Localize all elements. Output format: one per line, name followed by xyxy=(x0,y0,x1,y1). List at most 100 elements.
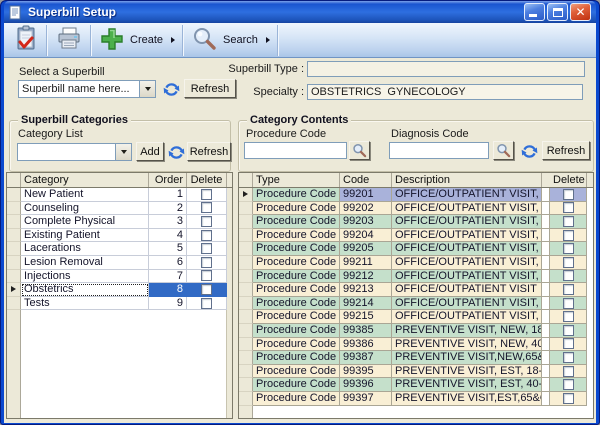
type-cell[interactable]: Procedure Code xyxy=(253,256,340,270)
table-row[interactable]: Tests9 xyxy=(7,297,232,311)
row-selector[interactable] xyxy=(239,283,253,297)
close-button[interactable]: ✕ xyxy=(570,3,591,21)
delete-checkbox[interactable] xyxy=(563,325,574,336)
type-cell[interactable]: Procedure Code xyxy=(253,310,340,324)
delete-checkbox[interactable] xyxy=(563,311,574,322)
row-selector[interactable] xyxy=(239,270,253,284)
order-cell[interactable]: 3 xyxy=(149,215,187,229)
description-cell[interactable]: PREVENTIVE VISIT, EST, 18-39 xyxy=(392,365,542,379)
type-cell[interactable]: Procedure Code xyxy=(253,351,340,365)
type-cell[interactable]: Procedure Code xyxy=(253,229,340,243)
row-selector[interactable] xyxy=(239,365,253,379)
table-row[interactable]: Procedure Code99212OFFICE/OUTPATIENT VIS… xyxy=(239,270,593,284)
description-cell[interactable]: OFFICE/OUTPATIENT VISIT, NEW xyxy=(392,242,542,256)
row-selector[interactable] xyxy=(239,297,253,311)
delete-checkbox[interactable] xyxy=(201,298,212,309)
diagnosis-search-button[interactable] xyxy=(493,141,514,160)
category-cell[interactable]: Lacerations xyxy=(21,242,149,256)
delete-checkbox[interactable] xyxy=(563,284,574,295)
table-row[interactable]: Injections7 xyxy=(7,270,232,284)
table-row[interactable]: Procedure Code99202OFFICE/OUTPATIENT VIS… xyxy=(239,202,593,216)
column-header[interactable]: Category xyxy=(21,173,149,187)
type-cell[interactable]: Procedure Code xyxy=(253,283,340,297)
type-cell[interactable]: Procedure Code xyxy=(253,242,340,256)
table-row[interactable]: Procedure Code99397PREVENTIVE VISIT,EST,… xyxy=(239,392,593,406)
column-header[interactable]: Type xyxy=(253,173,340,187)
description-cell[interactable]: OFFICE/OUTPATIENT VISIT, NEW xyxy=(392,229,542,243)
category-list-combobox[interactable] xyxy=(17,143,132,161)
category-cell[interactable]: Lesion Removal xyxy=(21,256,149,270)
category-cell[interactable]: Existing Patient xyxy=(21,229,149,243)
delete-checkbox[interactable] xyxy=(201,270,212,281)
code-cell[interactable]: 99201 xyxy=(340,188,392,202)
code-cell[interactable]: 99386 xyxy=(340,338,392,352)
column-header[interactable] xyxy=(239,173,253,187)
row-selector[interactable] xyxy=(239,256,253,270)
category-cell[interactable]: Tests xyxy=(21,297,149,311)
code-cell[interactable]: 99204 xyxy=(340,229,392,243)
delete-checkbox[interactable] xyxy=(563,216,574,227)
minimize-button[interactable] xyxy=(524,3,545,21)
row-selector[interactable] xyxy=(239,229,253,243)
order-cell[interactable]: 8 xyxy=(149,283,187,297)
description-cell[interactable]: OFFICE/OUTPATIENT VISIT, NEW xyxy=(392,202,542,216)
table-row[interactable]: Procedure Code99387PREVENTIVE VISIT,NEW,… xyxy=(239,351,593,365)
description-cell[interactable]: PREVENTIVE VISIT, NEW, 40-64 xyxy=(392,338,542,352)
type-cell[interactable]: Procedure Code xyxy=(253,324,340,338)
delete-checkbox[interactable] xyxy=(563,243,574,254)
table-row[interactable]: Procedure Code99213OFFICE/OUTPATIENT VIS… xyxy=(239,283,593,297)
type-cell[interactable]: Procedure Code xyxy=(253,215,340,229)
search-button[interactable]: Search xyxy=(185,25,276,56)
row-selector[interactable] xyxy=(7,270,21,284)
row-selector[interactable] xyxy=(7,215,21,229)
row-selector[interactable] xyxy=(239,202,253,216)
row-selector[interactable] xyxy=(7,202,21,216)
delete-checkbox[interactable] xyxy=(201,243,212,254)
row-selector[interactable] xyxy=(239,392,253,406)
type-cell[interactable]: Procedure Code xyxy=(253,188,340,202)
diagnosis-code-input[interactable] xyxy=(389,142,489,159)
code-cell[interactable]: 99212 xyxy=(340,270,392,284)
delete-checkbox[interactable] xyxy=(563,230,574,241)
code-cell[interactable]: 99214 xyxy=(340,297,392,311)
code-cell[interactable]: 99203 xyxy=(340,215,392,229)
column-header[interactable]: Description xyxy=(392,173,542,187)
specialty-field[interactable]: OBSTETRICS GYNECOLOGY xyxy=(307,84,583,100)
column-header[interactable]: Code xyxy=(340,173,392,187)
delete-checkbox[interactable] xyxy=(563,270,574,281)
row-selector[interactable] xyxy=(239,215,253,229)
code-cell[interactable]: 99385 xyxy=(340,324,392,338)
row-selector[interactable] xyxy=(239,351,253,365)
delete-checkbox[interactable] xyxy=(563,202,574,213)
code-cell[interactable]: 99395 xyxy=(340,365,392,379)
description-cell[interactable]: PREVENTIVE VISIT, NEW, 18-39 xyxy=(392,324,542,338)
delete-checkbox[interactable] xyxy=(563,393,574,404)
table-row[interactable]: Complete Physical3 xyxy=(7,215,232,229)
delete-checkbox[interactable] xyxy=(563,298,574,309)
row-selector[interactable] xyxy=(7,256,21,270)
order-cell[interactable]: 6 xyxy=(149,256,187,270)
description-cell[interactable]: PREVENTIVE VISIT,NEW,65&OVER xyxy=(392,351,542,365)
delete-checkbox[interactable] xyxy=(563,379,574,390)
row-selector[interactable] xyxy=(239,338,253,352)
category-cell[interactable]: New Patient xyxy=(21,188,149,202)
row-selector[interactable] xyxy=(239,188,253,202)
superbill-type-field[interactable] xyxy=(307,61,585,77)
delete-checkbox[interactable] xyxy=(563,338,574,349)
code-cell[interactable]: 99205 xyxy=(340,242,392,256)
table-row[interactable]: Lacerations5 xyxy=(7,242,232,256)
order-cell[interactable]: 9 xyxy=(149,297,187,311)
row-selector[interactable] xyxy=(7,229,21,243)
row-selector[interactable] xyxy=(7,242,21,256)
delete-checkbox[interactable] xyxy=(563,352,574,363)
table-row[interactable]: Procedure Code99205OFFICE/OUTPATIENT VIS… xyxy=(239,242,593,256)
description-cell[interactable]: OFFICE/OUTPATIENT VISIT, EST xyxy=(392,297,542,311)
table-row[interactable]: Obstetrics8 xyxy=(7,283,232,297)
row-selector[interactable] xyxy=(239,378,253,392)
column-header[interactable]: Order xyxy=(149,173,187,187)
delete-checkbox[interactable] xyxy=(563,257,574,268)
delete-checkbox[interactable] xyxy=(201,216,212,227)
category-cell[interactable]: Injections xyxy=(21,270,149,284)
type-cell[interactable]: Procedure Code xyxy=(253,365,340,379)
code-cell[interactable]: 99397 xyxy=(340,392,392,406)
